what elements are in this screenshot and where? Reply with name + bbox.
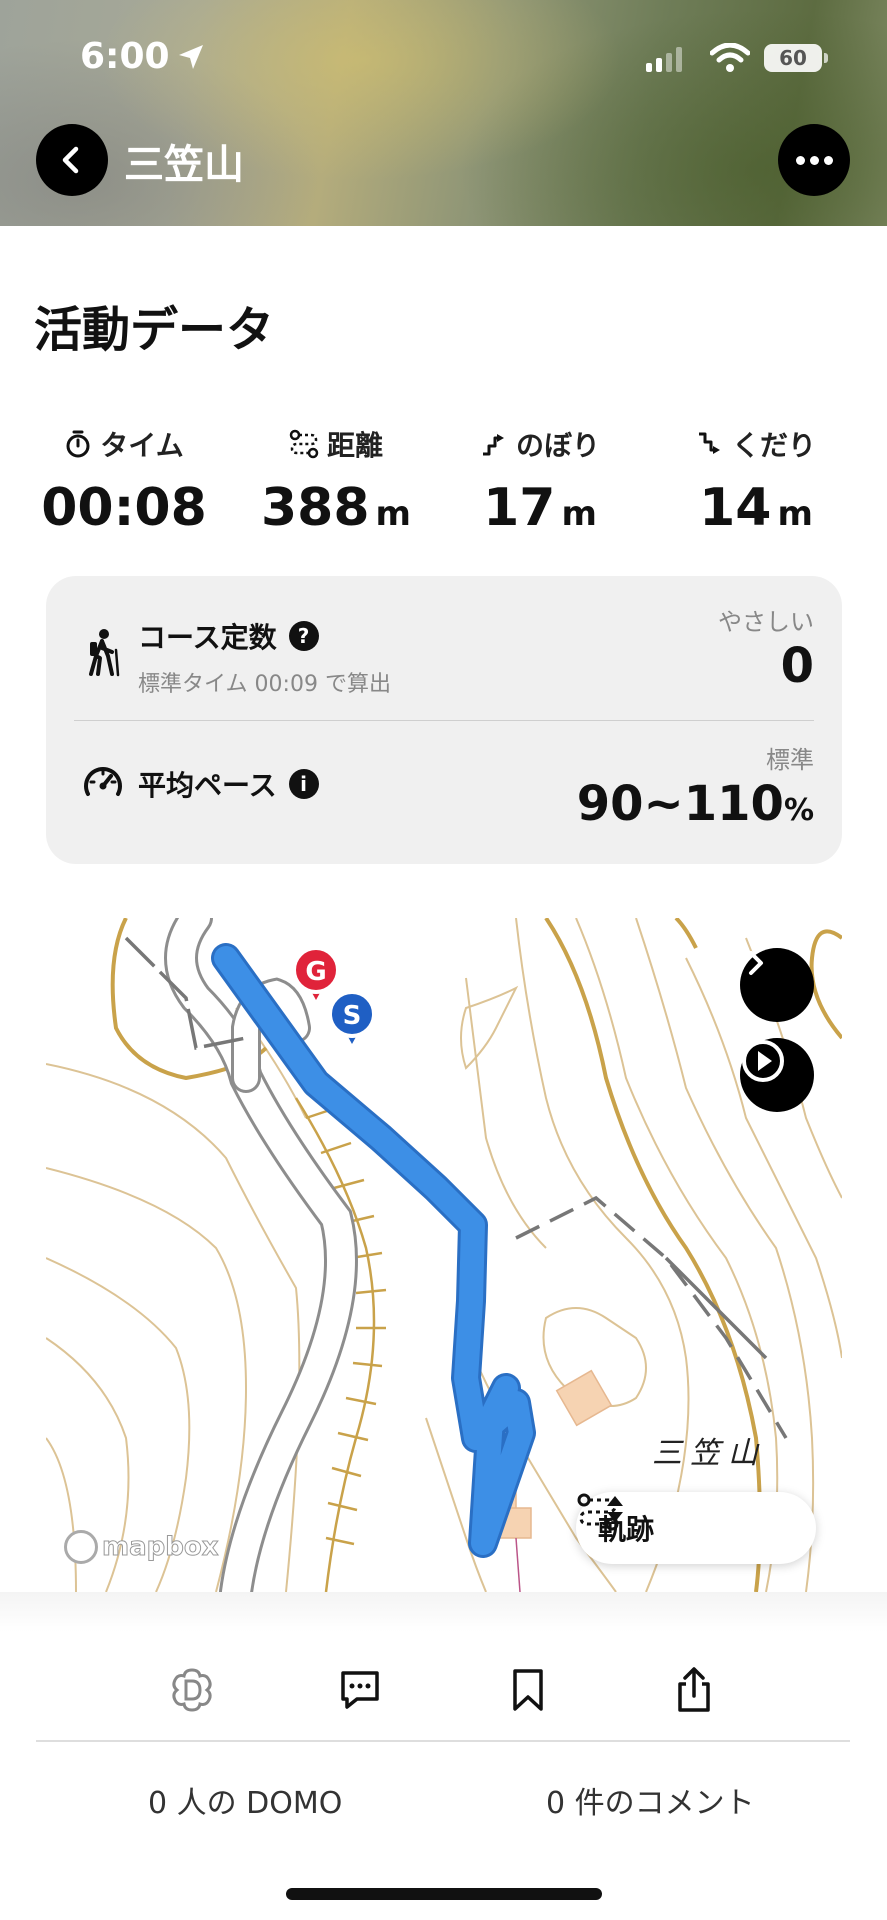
stat-value: 14 [699,478,772,538]
course-constant-rating: やさしい [718,608,814,636]
signal-icon [646,46,682,72]
bottom-divider [36,1740,850,1742]
ascent-icon [482,434,504,456]
stat-value: 388 [261,478,370,538]
route-map[interactable]: G S 三笠山 mapbox 軌跡 [46,918,842,1592]
stat-unit: m [375,494,411,534]
sort-updown-icon [607,1496,623,1522]
battery-tip [824,53,828,63]
stopwatch-icon [66,430,90,458]
help-icon[interactable]: ? [288,621,319,651]
bookmark-icon [513,1669,543,1711]
peak-label: 三笠山 [652,1436,766,1471]
average-pace-rating: 標準 [766,746,814,774]
start-marker: S [328,990,376,1044]
boundary-line [515,1537,521,1592]
course-constant-label: コース定数 [138,621,277,654]
next-button[interactable] [740,948,814,1022]
stat-descent: くだり 14 m [656,424,856,538]
status-time: 6:00 [80,36,170,77]
average-pace-number: 90~110 [576,776,784,832]
course-constant-title: コース定数 ? [138,616,319,656]
battery-icon: 60 [764,44,822,72]
chevron-left-icon [62,146,79,174]
mapbox-attribution[interactable]: mapbox [64,1530,219,1564]
info-icon[interactable]: i [288,769,319,799]
header-photo: 6:00 60 三笠山 [0,0,887,226]
course-constant-value: 0 [780,638,814,694]
goal-marker: G [292,946,340,1000]
page-title: 三笠山 [124,142,244,188]
course-constant-subtitle: 標準タイム 00:09 で算出 [138,672,391,697]
domo-count-link[interactable]: 0 人の DOMO [148,1778,342,1822]
location-arrow-icon [176,42,206,76]
card-divider [74,720,814,721]
bottom-bar-shadow [0,1592,887,1632]
stat-unit: m [561,494,597,534]
action-bar [0,1660,887,1720]
comment-count-link[interactable]: 0 件のコメント [546,1778,755,1822]
stat-label: 距離 [326,429,383,462]
stat-distance: 距離 388 m [236,424,436,538]
bookmark-button[interactable] [498,1660,558,1720]
domo-icon [172,1668,212,1712]
stat-ascent: のぼり 17 m [440,424,640,538]
hiker-icon [89,629,120,677]
back-button[interactable] [36,124,108,196]
stat-time: タイム 00:08 [24,424,224,538]
average-pace-unit: % [783,793,814,828]
start-marker-label: S [343,1001,362,1031]
route-icon [289,429,319,459]
stat-label: くだり [731,429,816,462]
more-dot [809,155,819,165]
stat-label: のぼり [515,429,600,462]
play-button[interactable] [740,1038,814,1112]
comment-icon [341,1671,379,1709]
average-pace-value: 90~110% [577,776,814,832]
play-icon [742,1040,784,1082]
goal-marker-label: G [305,957,326,987]
domo-button[interactable] [162,1660,222,1720]
speedometer-icon [84,767,122,796]
stat-unit: m [777,494,813,534]
average-pace-label: 平均ペース [138,769,277,802]
more-dot [823,155,833,165]
descent-icon [698,432,720,454]
share-button[interactable] [664,1660,724,1720]
mapbox-icon [64,1530,98,1564]
chevron-right-icon [749,951,763,975]
map-canvas: G S [46,918,842,1592]
home-indicator [286,1888,602,1900]
minor-contours [46,918,842,1592]
wifi-icon [709,42,751,77]
course-card: コース定数 ? 標準タイム 00:09 で算出 やさしい 0 平均ペース i 標… [46,576,842,864]
stat-value: 00:08 [41,478,207,538]
stat-value: 17 [483,478,556,538]
more-button[interactable] [778,124,850,196]
section-title: 活動データ [34,302,275,358]
share-icon [678,1667,710,1712]
track-mode-selector[interactable]: 軌跡 [576,1492,816,1564]
comment-button[interactable] [330,1660,390,1720]
mapbox-text: mapbox [102,1532,219,1563]
average-pace-title: 平均ペース i [138,764,319,804]
stat-label: タイム [100,429,184,462]
more-dots-icon [795,155,805,165]
